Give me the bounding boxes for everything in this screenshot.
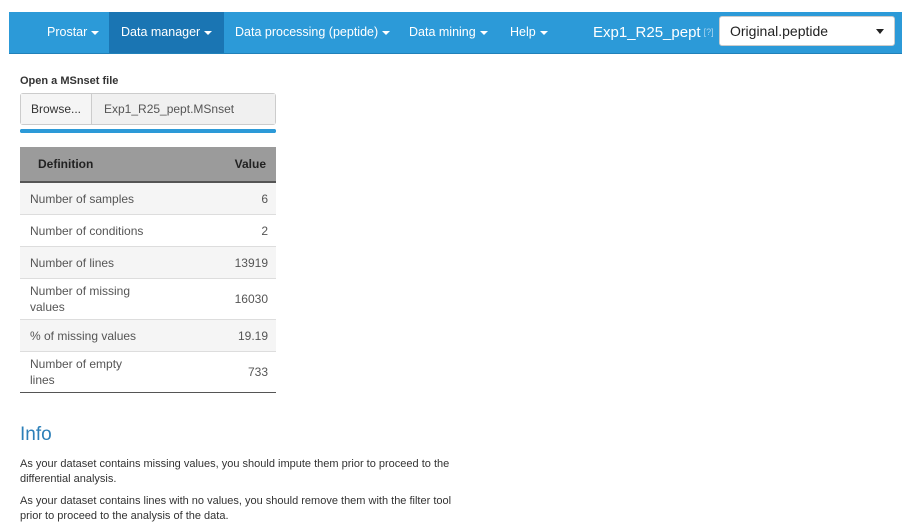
row-value: 6 — [160, 181, 276, 215]
nav-menu-data-processing[interactable]: Data processing (peptide) — [223, 12, 402, 53]
table-row: Number of empty lines 733 — [20, 351, 276, 393]
row-value: 16030 — [160, 278, 276, 320]
row-definition: Number of lines — [20, 246, 160, 279]
row-value: 733 — [160, 351, 276, 393]
table-row: Number of conditions 2 — [20, 214, 276, 247]
chevron-down-icon — [876, 29, 884, 34]
nav-menu-label: Prostar — [47, 25, 88, 39]
caret-down-icon — [382, 30, 391, 35]
file-name-field[interactable]: Exp1_R25_pept.MSnset — [92, 94, 275, 124]
caret-down-icon — [479, 30, 488, 35]
table-row: Number of missing values 16030 — [20, 278, 276, 320]
msnset-file-input[interactable]: Browse... Exp1_R25_pept.MSnset — [20, 93, 276, 125]
caret-down-icon — [91, 30, 100, 35]
row-definition: Number of samples — [20, 181, 160, 215]
table-row: Number of samples 6 — [20, 181, 276, 215]
info-heading: Info — [20, 424, 52, 445]
row-definition: Number of conditions — [20, 214, 160, 247]
caret-down-icon — [204, 30, 213, 35]
row-definition: Number of missing values — [20, 278, 160, 320]
dataset-summary-table: Definition Value Number of samples 6 Num… — [20, 147, 276, 393]
info-paragraph-missing-values: As your dataset contains missing values,… — [20, 458, 450, 485]
dataset-version-select[interactable]: Original.peptide — [719, 16, 895, 46]
dataset-name-label: Exp1_R25_pept [?] — [593, 12, 714, 53]
upload-progress-fill — [20, 129, 276, 133]
browse-button[interactable]: Browse... — [21, 94, 92, 124]
column-header-value: Value — [160, 147, 276, 183]
table-row: Number of lines 13919 — [20, 246, 276, 279]
info-paragraph-empty-lines: As your dataset contains lines with no v… — [20, 495, 452, 522]
nav-menu-label: Help — [510, 25, 536, 39]
help-icon[interactable]: [?] — [704, 27, 714, 37]
nav-menu-data-manager[interactable]: Data manager — [109, 12, 225, 53]
table-header-row: Definition Value — [20, 147, 276, 183]
dataset-version-selected: Original.peptide — [730, 23, 829, 39]
nav-menu-label: Data mining — [409, 25, 476, 39]
column-header-definition: Definition — [20, 147, 160, 183]
dataset-name-text: Exp1_R25_pept — [593, 24, 701, 41]
file-input-label: Open a MSnset file — [20, 75, 119, 87]
row-definition: Number of empty lines — [20, 351, 160, 393]
nav-menu-label: Data processing (peptide) — [235, 25, 379, 39]
row-definition: % of missing values — [20, 319, 160, 352]
nav-menu-data-mining[interactable]: Data mining — [397, 12, 500, 53]
upload-progress-bar — [20, 129, 276, 133]
nav-menu-prostar[interactable]: Prostar — [35, 12, 111, 53]
caret-down-icon — [539, 30, 548, 35]
table-row: % of missing values 19.19 — [20, 319, 276, 352]
nav-menu-help[interactable]: Help — [498, 12, 560, 53]
row-value: 19.19 — [160, 319, 276, 352]
row-value: 13919 — [160, 246, 276, 279]
nav-menu-label: Data manager — [121, 25, 201, 39]
row-value: 2 — [160, 214, 276, 247]
